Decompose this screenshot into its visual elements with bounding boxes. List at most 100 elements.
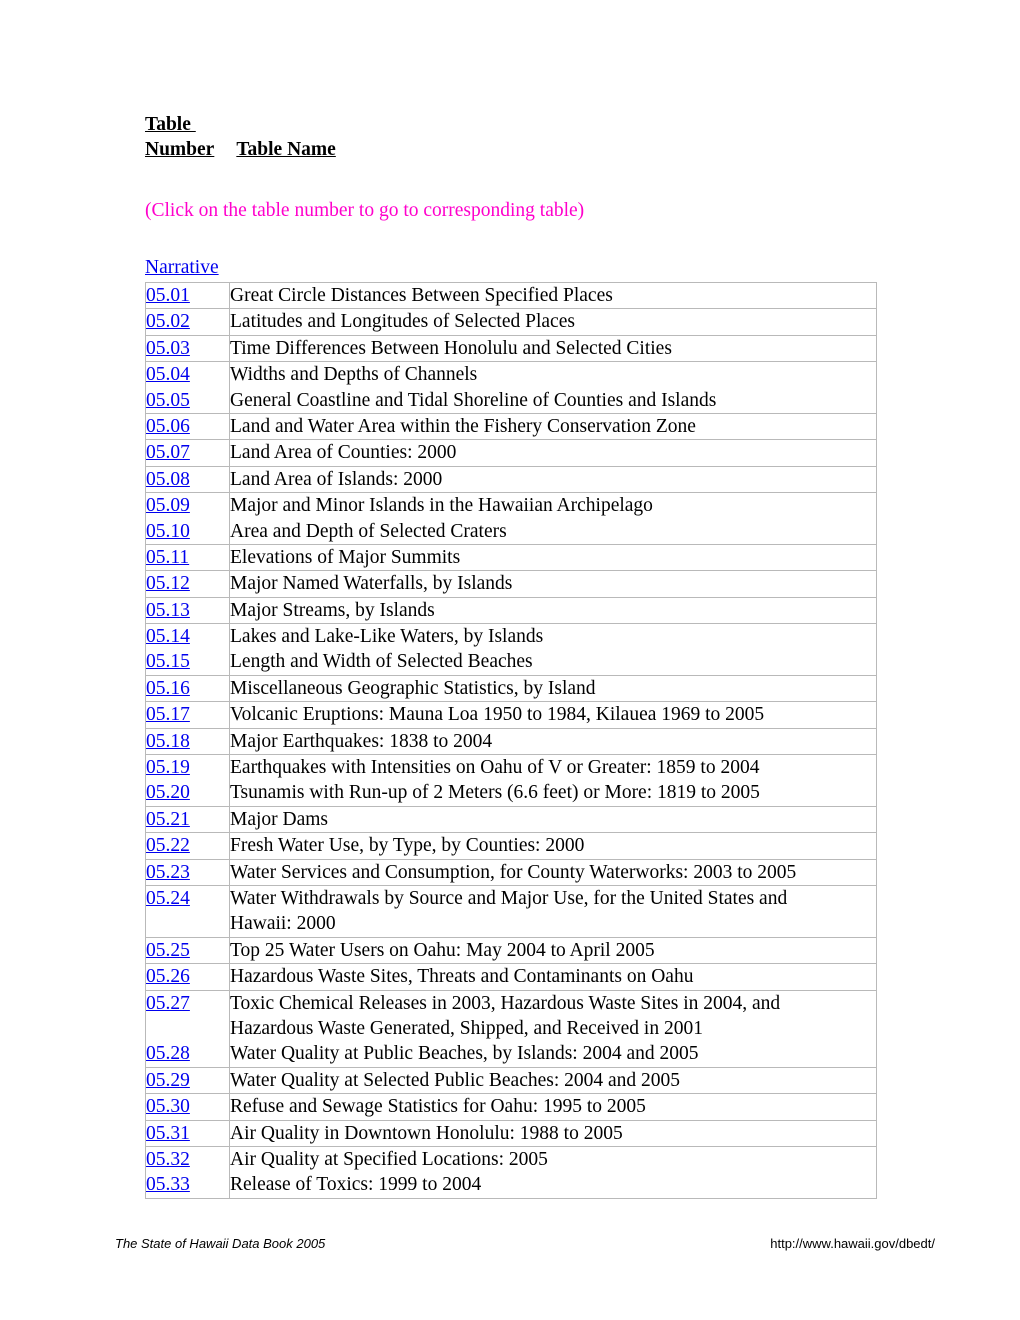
table-number-cell: 05.16 <box>145 674 230 703</box>
table-number-entry: 05.30 <box>146 1094 229 1119</box>
heading-number: Number <box>145 139 215 160</box>
table-number-link-05-04[interactable]: 05.04 <box>146 364 190 385</box>
table-name-cell: Water Services and Consumption, for Coun… <box>229 858 877 886</box>
table-row: 05.08 Land Area of Islands: 2000 <box>145 465 877 494</box>
table-number-entry: 05.02 <box>146 309 229 334</box>
table-name-entry: Release of Toxics: 1999 to 2004 <box>230 1174 482 1196</box>
table-number-link-05-32[interactable]: 05.32 <box>146 1149 190 1170</box>
table-number-link-05-23[interactable]: 05.23 <box>146 862 190 883</box>
table-name-cell: Top 25 Water Users on Oahu: May 2004 to … <box>229 936 877 965</box>
table-number-link-05-15[interactable]: 05.15 <box>146 651 190 672</box>
table-number-entry: 05.22 <box>146 833 229 858</box>
table-number-link-05-30[interactable]: 05.30 <box>146 1096 190 1117</box>
table-number-link-05-28[interactable]: 05.28 <box>146 1043 190 1064</box>
table-name-entry: Air Quality at Specified Locations: 2005 <box>230 1148 548 1170</box>
table-number-link-05-31[interactable]: 05.31 <box>146 1123 190 1144</box>
table-number-link-05-07[interactable]: 05.07 <box>146 442 190 463</box>
table-number-entry: 05.14 <box>146 624 229 649</box>
table-number-cell: 05.12 <box>145 570 230 598</box>
table-number-link-05-26[interactable]: 05.26 <box>146 966 190 987</box>
table-number-link-05-18[interactable]: 05.18 <box>146 731 190 752</box>
table-number-link-05-10[interactable]: 05.10 <box>146 521 190 542</box>
table-number-link-05-02[interactable]: 05.02 <box>146 311 190 332</box>
table-number-entry: 05.26 <box>146 964 229 989</box>
table-number-cell: 05.17 <box>145 701 230 729</box>
table-name-entry: Earthquakes with Intensities on Oahu of … <box>230 757 760 779</box>
table-number-entry: 05.23 <box>146 860 229 885</box>
table-name-cell: Major and Minor Islands in the Hawaiian … <box>229 492 877 545</box>
table-name-cell: Air Quality in Downtown Honolulu: 1988 t… <box>229 1119 877 1147</box>
table-number-entry: 05.06 <box>146 414 229 439</box>
table-name-entry: Elevations of Major Summits <box>230 546 461 568</box>
table-name-entry: Water Withdrawals by Source and Major Us… <box>230 887 788 935</box>
table-number-cell: 05.09 05.10 <box>145 492 230 545</box>
table-name-cell: Earthquakes with Intensities on Oahu of … <box>229 754 877 807</box>
table-number-cell: 05.27 05.28 <box>145 989 230 1068</box>
table-number-link-05-01[interactable]: 05.01 <box>146 285 190 306</box>
table-number-link-05-19[interactable]: 05.19 <box>146 757 190 778</box>
page-footer: The State of Hawaii Data Book 2005 http:… <box>115 1236 935 1256</box>
table-number-cell: 05.14 05.15 <box>145 623 230 676</box>
table-number-link-05-08[interactable]: 05.08 <box>146 469 190 490</box>
table-name-entry: Top 25 Water Users on Oahu: May 2004 to … <box>230 939 655 961</box>
table-name-cell: Lakes and Lake-Like Waters, by Islands Le… <box>229 623 877 676</box>
table-name-entry: Major Named Waterfalls, by Islands <box>230 573 513 595</box>
table-number-entry: 05.32 <box>146 1147 229 1172</box>
table-number-link-05-13[interactable]: 05.13 <box>146 600 190 621</box>
table-number-link-05-03[interactable]: 05.03 <box>146 338 190 359</box>
table-number-link-05-12[interactable]: 05.12 <box>146 573 190 594</box>
table-name-cell: Major Dams <box>229 805 877 834</box>
table-name-entry: Refuse and Sewage Statistics for Oahu: 1… <box>230 1096 646 1118</box>
table-number-link-05-27[interactable]: 05.27 <box>146 993 190 1014</box>
table-name-cell: Fresh Water Use, by Type, by Counties: 2… <box>229 832 877 860</box>
table-row: 05.32 05.33 Air Quality at Specified Locat… <box>145 1145 877 1199</box>
table-name-entry: Volcanic Eruptions: Mauna Loa 1950 to 19… <box>230 704 765 726</box>
table-name-entry: Water Services and Consumption, for Coun… <box>230 861 797 883</box>
table-number-entry: 05.03 <box>146 336 229 361</box>
table-name-cell: Land Area of Counties: 2000 <box>229 439 877 467</box>
footer-source: The State of Hawaii Data Book 2005 <box>115 1236 326 1251</box>
table-name-entry: Land Area of Counties: 2000 <box>230 442 457 464</box>
table-number-link-05-05[interactable]: 05.05 <box>146 390 190 411</box>
table-number-link-05-11[interactable]: 05.11 <box>146 547 189 568</box>
table-number-link-05-24[interactable]: 05.24 <box>146 888 190 909</box>
table-number-cell: 05.04 05.05 <box>145 361 230 414</box>
table-number-link-05-29[interactable]: 05.29 <box>146 1070 190 1091</box>
table-number-entry: 05.25 <box>146 938 229 963</box>
table-number-entry: 05.21 <box>146 807 229 832</box>
table-number-link-05-20[interactable]: 05.20 <box>146 782 190 803</box>
table-number-entry: 05.11 <box>146 545 229 570</box>
table-number-entry: 05.17 <box>146 702 229 727</box>
table-number-link-05-25[interactable]: 05.25 <box>146 940 190 961</box>
table-number-link-05-33[interactable]: 05.33 <box>146 1174 190 1195</box>
table-name-entry: Tsunamis with Run-up of 2 Meters (6.6 fe… <box>230 782 760 804</box>
table-number-link-05-21[interactable]: 05.21 <box>146 809 190 830</box>
table-name-entry: Great Circle Distances Between Specified… <box>230 285 613 306</box>
table-name-cell: Toxic Chemical Releases in 2003, Hazardo… <box>229 989 877 1068</box>
table-number-cell: 05.01 <box>145 281 230 310</box>
table-name-entry: Water Quality at Selected Public Beaches… <box>230 1069 681 1091</box>
table-number-link-05-17[interactable]: 05.17 <box>146 704 190 725</box>
narrative-link[interactable]: Narrative <box>145 257 219 278</box>
table-name-entry: Widths and Depths of Channels <box>230 364 478 386</box>
table-row: 05.02 Latitudes and Longitudes of Selecte… <box>145 308 877 336</box>
table-number-link-05-16[interactable]: 05.16 <box>146 678 190 699</box>
table-name-cell: Land Area of Islands: 2000 <box>229 465 877 494</box>
table-number-entry: 05.18 <box>146 729 229 754</box>
table-number-entry: 05.29 <box>146 1068 229 1093</box>
table-number-link-05-22[interactable]: 05.22 <box>146 835 190 856</box>
table-number-link-05-14[interactable]: 05.14 <box>146 626 190 647</box>
table-name-entry: Lakes and Lake-Like Waters, by Islands <box>230 626 544 648</box>
table-row: 05.30 Refuse and Sewage Statistics for Oa… <box>145 1093 877 1121</box>
table-number-entry: 05.13 <box>146 598 229 623</box>
table-row: 05.23 Water Services and Consumption, for… <box>145 858 877 886</box>
table-name-entry: Land and Water Area within the Fishery C… <box>230 415 696 437</box>
table-number-entry: 05.04 <box>146 362 229 387</box>
table-number-cell: 05.32 05.33 <box>145 1145 230 1199</box>
table-number-link-05-06[interactable]: 05.06 <box>146 416 190 437</box>
table-number-cell: 05.19 05.20 <box>145 754 230 807</box>
table-name-entry: General Coastline and Tidal Shoreline of… <box>230 389 717 411</box>
table-number-entry: 05.10 <box>146 519 229 544</box>
table-row: 05.09 05.10 Major and Minor Islands in the… <box>145 492 877 545</box>
table-number-link-05-09[interactable]: 05.09 <box>146 495 190 516</box>
